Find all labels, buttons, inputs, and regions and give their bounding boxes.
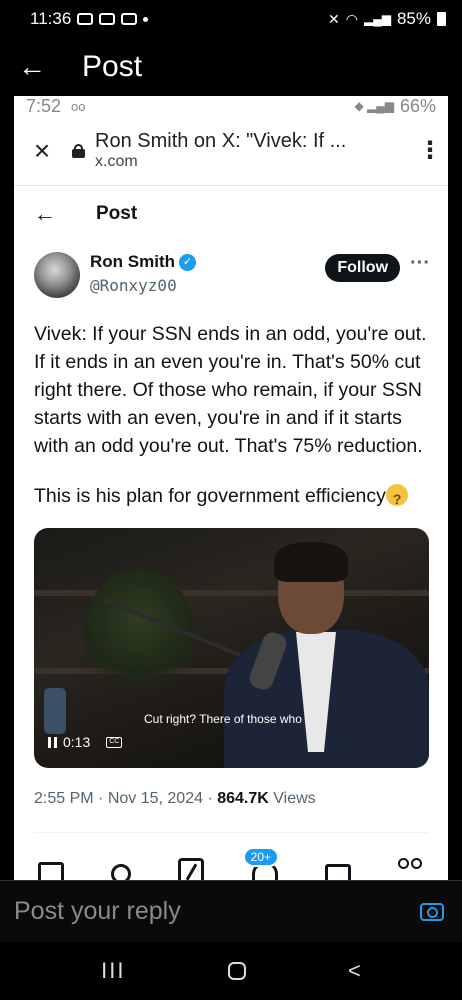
author-name: Ron Smith — [90, 252, 175, 271]
gmail-icon — [77, 13, 94, 25]
x-bottom-nav: 20+ — [14, 844, 448, 880]
dot-icon — [143, 16, 149, 22]
video-controls: 0:13 CC — [48, 734, 123, 750]
x-post-title: Post — [96, 203, 138, 224]
more-options-icon[interactable]: ··· — [410, 252, 430, 275]
author-handle: @Ronxyz00 — [90, 276, 177, 295]
browser-bar: × Ron Smith on X: "Vivek: If ... x.com ⋮ — [14, 116, 448, 186]
voicemail-icon: oo — [71, 98, 86, 114]
camera-icon[interactable] — [420, 902, 444, 921]
post-meta: 2:55 PM · Nov 15, 2024 · 864.7K Views — [34, 790, 316, 807]
inner-status-bar: 7:52 oo ◆ ▂▄▆ 66% — [14, 96, 448, 116]
status-bar: 11:36 ✕ ◠ ▂▄▆ 85% — [0, 0, 462, 38]
divider — [34, 832, 428, 833]
communities-icon[interactable] — [398, 858, 424, 880]
video-player[interactable]: Cut right? There of those who 0:13 CC — [34, 528, 429, 768]
battery-percent: 85% — [396, 9, 431, 28]
home-button[interactable] — [227, 962, 246, 980]
browser-url: x.com — [95, 152, 138, 170]
status-time: 11:36 — [30, 9, 72, 28]
author-name-row[interactable]: Ron Smith ✓ — [90, 252, 325, 272]
tweet-paragraph-1: Vivek: If your SSN ends in an odd, you'r… — [34, 323, 427, 457]
plant — [84, 568, 194, 698]
closed-captions-icon[interactable]: CC — [106, 736, 123, 748]
notification-badge: 20+ — [242, 847, 279, 867]
video-caption: Cut right? There of those who — [144, 712, 302, 726]
person-hair — [274, 542, 348, 582]
youtube-icon-2 — [121, 13, 138, 25]
verified-badge-icon: ✓ — [179, 253, 196, 271]
close-icon[interactable]: × — [24, 135, 60, 167]
x-post-header: ← Post — [14, 186, 448, 242]
tweet-paragraph-2-wrap: This is his plan for government efficien… — [34, 482, 428, 513]
grok-icon[interactable] — [178, 858, 205, 880]
reply-input[interactable]: Post your reply — [14, 897, 420, 926]
app-bar: ← Post — [0, 38, 462, 96]
inner-status-time: 7:52 — [26, 96, 62, 116]
signal-icon: ▂▄▆ — [364, 12, 391, 26]
views-count: 864.7K — [217, 790, 269, 807]
views-label: Views — [273, 790, 316, 807]
author-row: Ron Smith ✓ @Ronxyz00 Follow ··· — [14, 242, 448, 306]
back-button[interactable]: ← — [0, 51, 64, 83]
reply-bar: Post your reply — [0, 880, 462, 942]
lock-icon — [72, 143, 85, 158]
tweet-text: Vivek: If your SSN ends in an odd, you'r… — [14, 306, 448, 513]
thinking-face-icon — [385, 484, 408, 513]
search-icon[interactable] — [110, 864, 131, 880]
tweet-paragraph-2: This is his plan for government efficien… — [34, 485, 386, 507]
youtube-icon — [99, 13, 116, 25]
system-back-button[interactable]: < — [348, 958, 361, 984]
water-bottle — [44, 688, 66, 734]
avatar[interactable] — [34, 252, 80, 298]
system-nav-bar: III < — [0, 942, 462, 1000]
inner-signal-icon: ◆ ▂▄▆ — [354, 99, 394, 113]
home-icon[interactable] — [37, 862, 64, 880]
x-back-icon[interactable]: ← — [34, 201, 74, 227]
post-date: Nov 15, 2024 — [107, 790, 203, 807]
url-block[interactable]: Ron Smith on X: "Vivek: If ... x.com — [95, 130, 418, 171]
battery-icon — [437, 12, 446, 26]
inner-battery-percent: 66% — [399, 96, 436, 116]
post-time: 2:55 PM — [34, 790, 94, 807]
post-image[interactable]: 7:52 oo ◆ ▂▄▆ 66% × Ron Smith on X: "Viv… — [14, 96, 448, 880]
follow-button[interactable]: Follow — [325, 254, 401, 282]
browser-page-title: Ron Smith on X: "Vivek: If ... — [95, 129, 347, 152]
pause-icon[interactable] — [48, 736, 57, 748]
mute-icon: ✕ — [328, 10, 340, 27]
page-title: Post — [82, 50, 143, 83]
video-time: 0:13 — [63, 734, 91, 750]
wifi-icon: ◠ — [345, 10, 358, 27]
messages-icon[interactable] — [324, 864, 351, 880]
recents-button[interactable]: III — [101, 958, 125, 984]
kebab-menu-icon[interactable]: ⋮ — [418, 136, 442, 165]
notifications-icon[interactable]: 20+ — [242, 847, 279, 880]
